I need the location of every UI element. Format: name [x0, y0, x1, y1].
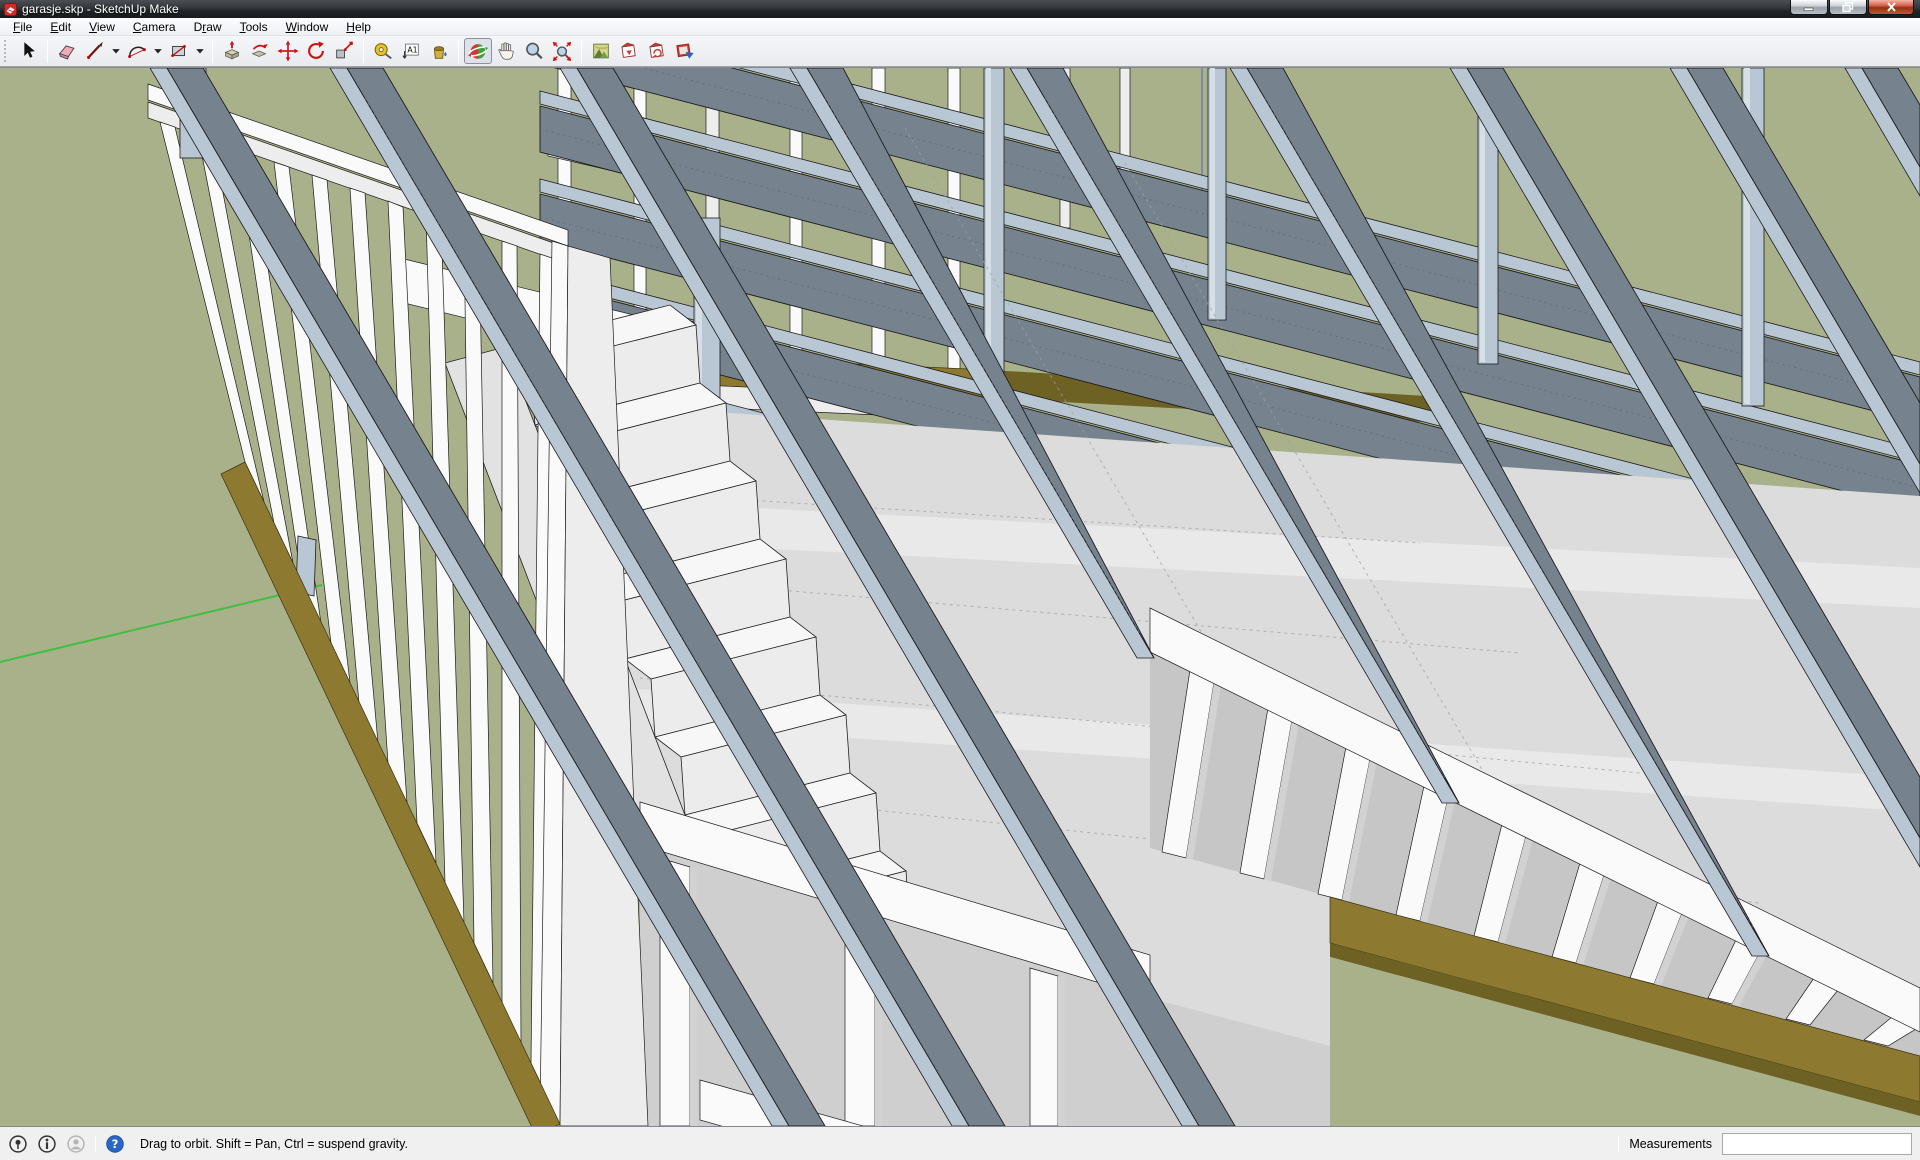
toolbar-separator [47, 39, 48, 63]
get-models-icon [618, 40, 640, 62]
chevron-down-icon [111, 46, 121, 56]
select-arrow-icon [17, 40, 39, 62]
extension-warehouse-button[interactable] [671, 38, 699, 64]
rectangle-tool-dropdown[interactable] [193, 38, 207, 64]
help-icon[interactable]: ? [105, 1134, 125, 1154]
toolbar-separator [581, 39, 582, 63]
restore-icon [1842, 2, 1854, 13]
paint-bucket-tool-button[interactable] [425, 38, 453, 64]
status-message: Drag to orbit. Shift = Pan, Ctrl = suspe… [140, 1137, 408, 1151]
statusbar-separator [95, 1136, 96, 1152]
line-tool-dropdown[interactable] [109, 38, 123, 64]
menu-view[interactable]: View [80, 19, 124, 35]
select-tool-button[interactable] [14, 38, 42, 64]
get-models-button[interactable] [615, 38, 643, 64]
orbit-icon [467, 40, 489, 62]
menubar: File Edit View Camera Draw Tools Window … [0, 18, 1920, 36]
measurements-label: Measurements [1629, 1137, 1712, 1151]
pan-hand-icon [495, 40, 517, 62]
pencil-icon [84, 40, 106, 62]
paint-bucket-icon [428, 40, 450, 62]
chevron-down-icon [195, 46, 205, 56]
rotate-icon [305, 40, 327, 62]
text-icon: A1 [400, 40, 422, 62]
extension-warehouse-icon [674, 40, 696, 62]
share-model-icon [646, 40, 668, 62]
geolocation-status-icon[interactable] [8, 1134, 28, 1154]
line-tool-button[interactable] [81, 38, 109, 64]
rectangle-icon [168, 40, 190, 62]
arc-tool-dropdown[interactable] [151, 38, 165, 64]
model-scene [0, 68, 1920, 1126]
zoom-extents-icon [551, 40, 573, 62]
add-location-map-icon [590, 40, 612, 62]
getting-started-toolbar: A1 [0, 36, 1920, 67]
sketchup-window: garasje.skp - SketchUp Make File Edit Vi… [0, 0, 1920, 1160]
arc-tool-button[interactable] [123, 38, 151, 64]
follow-me-icon [249, 40, 271, 62]
sketchup-logo-icon [4, 3, 17, 16]
toolbar-grip[interactable] [4, 40, 9, 62]
sign-in-icon[interactable] [66, 1134, 86, 1154]
menu-file[interactable]: File [4, 19, 41, 35]
move-tool-button[interactable] [274, 38, 302, 64]
minimize-icon [1803, 3, 1815, 12]
follow-me-tool-button[interactable] [246, 38, 274, 64]
scale-tool-button[interactable] [330, 38, 358, 64]
menu-edit[interactable]: Edit [41, 19, 80, 35]
text-tool-button[interactable]: A1 [397, 38, 425, 64]
measurements-area: Measurements [1618, 1133, 1912, 1155]
statusbar: ? Drag to orbit. Shift = Pan, Ctrl = sus… [0, 1127, 1920, 1160]
statusbar-separator [1618, 1136, 1619, 1152]
svg-text:A1: A1 [407, 45, 417, 54]
pan-tool-button[interactable] [492, 38, 520, 64]
restore-button[interactable] [1829, 0, 1867, 15]
close-icon [1886, 2, 1897, 12]
tape-measure-tool-button[interactable] [369, 38, 397, 64]
push-pull-tool-button[interactable] [218, 38, 246, 64]
menu-draw[interactable]: Draw [185, 19, 231, 35]
eraser-icon [56, 40, 78, 62]
close-button[interactable] [1868, 0, 1914, 15]
menu-window[interactable]: Window [277, 19, 338, 35]
tape-measure-icon [372, 40, 394, 62]
zoom-extents-tool-button[interactable] [548, 38, 576, 64]
toolbar-separator [458, 39, 459, 63]
eraser-tool-button[interactable] [53, 38, 81, 64]
zoom-magnifier-icon [523, 40, 545, 62]
zoom-tool-button[interactable] [520, 38, 548, 64]
toolbar-separator [212, 39, 213, 63]
chevron-down-icon [153, 46, 163, 56]
push-pull-icon [221, 40, 243, 62]
rectangle-tool-button[interactable] [165, 38, 193, 64]
menu-help[interactable]: Help [337, 19, 380, 35]
measurements-input[interactable] [1722, 1133, 1912, 1155]
orbit-tool-button[interactable] [464, 38, 492, 64]
menu-tools[interactable]: Tools [231, 19, 277, 35]
add-location-button[interactable] [587, 38, 615, 64]
toolbar-separator [363, 39, 364, 63]
menu-camera[interactable]: Camera [124, 19, 185, 35]
share-model-button[interactable] [643, 38, 671, 64]
svg-text:?: ? [112, 1137, 119, 1151]
credits-info-icon[interactable] [37, 1134, 57, 1154]
scale-icon [333, 40, 355, 62]
rotate-tool-button[interactable] [302, 38, 330, 64]
minimize-button[interactable] [1790, 0, 1828, 15]
viewport-3d-canvas[interactable] [0, 67, 1920, 1127]
move-icon [277, 40, 299, 62]
window-controls [1789, 0, 1914, 15]
titlebar[interactable]: garasje.skp - SketchUp Make [0, 0, 1920, 18]
window-title: garasje.skp - SketchUp Make [22, 2, 179, 16]
arc-icon [126, 40, 148, 62]
